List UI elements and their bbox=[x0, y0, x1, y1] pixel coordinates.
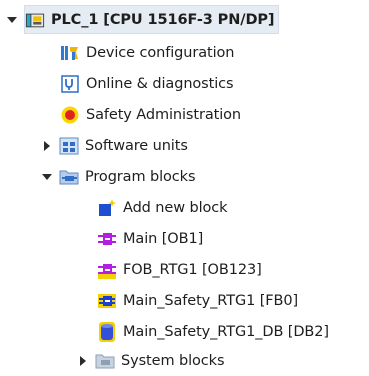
tree-item-device-configuration[interactable]: Device configuration bbox=[0, 37, 369, 68]
tree-item-add-new-block[interactable]: Add new block bbox=[0, 192, 369, 223]
expanded-arrow-icon[interactable] bbox=[6, 14, 18, 26]
tree-item-program-blocks[interactable]: Program blocks bbox=[0, 161, 369, 192]
project-tree: PLC_1 [CPU 1516F-3 PN/DP] Device configu… bbox=[0, 0, 369, 369]
collapsed-arrow-icon[interactable] bbox=[77, 355, 89, 367]
safety-function-block-icon bbox=[97, 291, 117, 311]
tree-item-main-safety-rtg1[interactable]: Main_Safety_RTG1 [FB0] bbox=[0, 285, 369, 316]
tree-item-fob-rtg1[interactable]: FOB_RTG1 [OB123] bbox=[0, 254, 369, 285]
tree-item-main-safety-rtg1-db[interactable]: Main_Safety_RTG1_DB [DB2] bbox=[0, 316, 369, 347]
plc-cpu-icon bbox=[25, 10, 45, 30]
tree-item-plc1[interactable]: PLC_1 [CPU 1516F-3 PN/DP] bbox=[0, 4, 369, 35]
expanded-arrow-icon[interactable] bbox=[41, 171, 53, 183]
add-new-block-icon bbox=[97, 198, 117, 218]
safety-icon bbox=[60, 105, 80, 125]
device-configuration-label: Device configuration bbox=[86, 44, 235, 61]
collapsed-arrow-icon[interactable] bbox=[41, 140, 53, 152]
main-safety-rtg1-label: Main_Safety_RTG1 [FB0] bbox=[123, 292, 299, 309]
online-diagnostics-label: Online & diagnostics bbox=[86, 75, 234, 92]
software-units-icon bbox=[59, 136, 79, 156]
program-blocks-folder-icon bbox=[59, 167, 79, 187]
safety-administration-label: Safety Administration bbox=[86, 106, 241, 123]
program-blocks-label: Program blocks bbox=[85, 168, 196, 185]
tree-item-online-diagnostics[interactable]: Online & diagnostics bbox=[0, 68, 369, 99]
main-ob1-label: Main [OB1] bbox=[123, 230, 204, 247]
system-blocks-folder-icon bbox=[95, 351, 115, 371]
tree-item-main-ob1[interactable]: Main [OB1] bbox=[0, 223, 369, 254]
organization-block-icon bbox=[97, 229, 117, 249]
system-blocks-label: System blocks bbox=[121, 352, 225, 369]
device-configuration-icon bbox=[60, 43, 80, 63]
tree-item-software-units[interactable]: Software units bbox=[0, 130, 369, 161]
online-diagnostics-icon bbox=[60, 74, 80, 94]
add-new-block-label: Add new block bbox=[123, 199, 228, 216]
safety-data-block-icon bbox=[97, 321, 117, 342]
software-units-label: Software units bbox=[85, 137, 188, 154]
fob-rtg1-label: FOB_RTG1 [OB123] bbox=[123, 261, 262, 278]
tree-item-safety-administration[interactable]: Safety Administration bbox=[0, 99, 369, 130]
plc1-label-box[interactable]: PLC_1 [CPU 1516F-3 PN/DP] bbox=[24, 5, 280, 34]
safety-organization-block-icon bbox=[97, 260, 117, 280]
main-safety-rtg1-db-label: Main_Safety_RTG1_DB [DB2] bbox=[123, 323, 329, 340]
plc1-label: PLC_1 [CPU 1516F-3 PN/DP] bbox=[51, 11, 275, 28]
tree-item-system-blocks[interactable]: System blocks bbox=[0, 345, 369, 376]
